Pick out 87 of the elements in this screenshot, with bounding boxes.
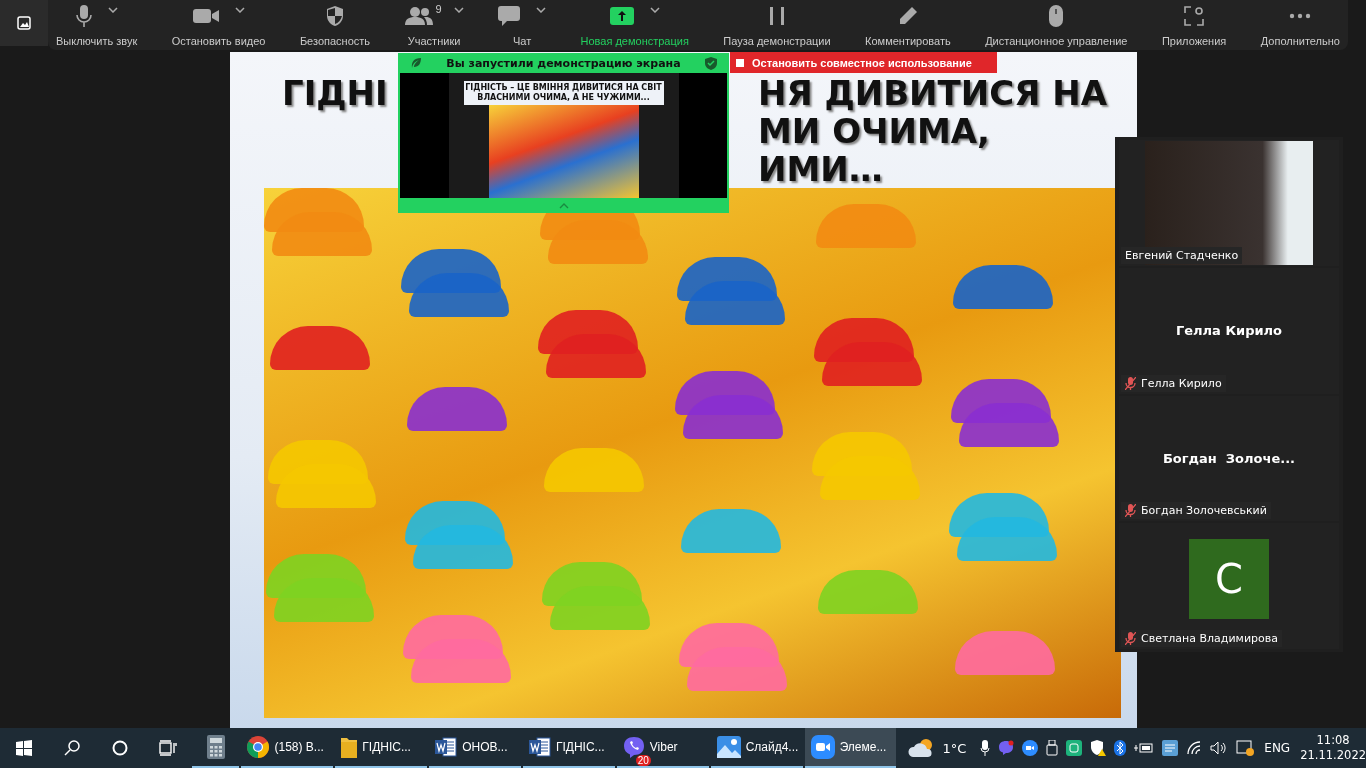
- clock-date: 21.11.2022: [1300, 748, 1366, 763]
- app-tray-icon[interactable]: [1066, 740, 1083, 756]
- participant-name: Евгений Стадченко: [1125, 248, 1239, 262]
- phone-bubble-icon[interactable]: [998, 740, 1015, 756]
- input-language[interactable]: ENG: [1264, 741, 1291, 755]
- shield-warning-icon[interactable]: [1090, 740, 1107, 756]
- toolbar-button[interactable]: 9 Участники: [402, 0, 466, 50]
- windows-logo-icon: [15, 740, 32, 756]
- notification-icon[interactable]: [1236, 740, 1255, 756]
- taskbar-app-button[interactable]: ГІДНІС...: [335, 728, 428, 768]
- share-screen-icon: [609, 7, 634, 25]
- unread-count-badge: 20: [635, 755, 651, 766]
- toolbar-button[interactable]: Выключить звук: [54, 0, 140, 50]
- toolbar-button[interactable]: Дистанционное управление: [983, 0, 1130, 50]
- calculator-icon: [206, 735, 225, 759]
- landscape-picture-icon: [716, 736, 741, 758]
- usb-drive-icon[interactable]: [1046, 740, 1059, 756]
- toolbar-button[interactable]: Безопасность: [297, 0, 373, 50]
- phone-bubble-icon: [622, 736, 645, 758]
- microphone-icon[interactable]: [980, 740, 991, 756]
- document-icon: [435, 737, 458, 757]
- muted-microphone-icon: [1125, 632, 1136, 645]
- taskbar-clock[interactable]: 11:08 21.11.2022: [1300, 733, 1366, 763]
- bluetooth-icon[interactable]: [1114, 740, 1127, 756]
- weather-widget[interactable]: 1°C: [908, 738, 967, 758]
- chat-bubble-icon: [498, 5, 521, 27]
- search-icon: [63, 740, 80, 756]
- participant-name: Богдан Золоче...: [1162, 450, 1296, 466]
- slide-title: МИ ОЧИМА,: [758, 112, 991, 150]
- clock-time: 11:08: [1316, 733, 1350, 748]
- task-view-icon: [158, 740, 177, 756]
- slide-title: ИМИ…: [758, 150, 883, 188]
- toolbar-button[interactable]: Пауза демонстрации: [721, 0, 833, 50]
- gallery-view-button[interactable]: [0, 0, 48, 46]
- mini-slide-title: ГІДНІСТЬ – ЦЕ ВМІННЯ ДИВИТИСЯ НА СВІТ ВЛАСНИМИ ОЧИМА, А НЕ ЧУЖИМИ...: [463, 81, 664, 105]
- folder-icon: [341, 736, 358, 758]
- shield-icon: [324, 5, 345, 27]
- video-app-icon: [810, 735, 835, 759]
- avatar: С: [1189, 539, 1269, 620]
- toolbar-button[interactable]: Новая демонстрация: [578, 0, 691, 50]
- participant-count: 9: [435, 3, 442, 15]
- pencil-icon: [897, 6, 918, 26]
- taskbar-app-button[interactable]: Элеме...: [804, 728, 897, 768]
- taskbar-app-button[interactable]: ОНОВ...: [429, 728, 521, 768]
- circle-icon: [111, 740, 128, 756]
- slide-title: НЯ ДИВИТИСЯ НА: [758, 74, 1107, 112]
- apps-icon: [1184, 6, 1205, 26]
- muted-microphone-icon: [1125, 376, 1136, 390]
- more-icon: [1289, 13, 1312, 19]
- toolbar-button[interactable]: Дополнительно: [1258, 0, 1342, 50]
- participant-name: Гелла Кирило: [1141, 376, 1222, 390]
- leaf-icon: [410, 57, 422, 69]
- share-status-text: Вы запустили демонстрацию экрана: [446, 56, 681, 70]
- taskbar-app-button[interactable]: ГІДНІС...: [522, 728, 615, 768]
- people-icon: [404, 6, 433, 26]
- taskbar-app-button[interactable]: Слайд4...: [710, 728, 803, 768]
- speaker-icon[interactable]: [1210, 741, 1229, 755]
- wifi-icon[interactable]: [1186, 741, 1203, 755]
- toolbar-button[interactable]: Комментировать: [863, 0, 953, 50]
- caret-icon[interactable]: [536, 7, 547, 13]
- video-app-icon[interactable]: [1022, 740, 1039, 756]
- temperature: 1°C: [942, 740, 967, 756]
- caret-icon[interactable]: [234, 7, 245, 13]
- network-app-icon[interactable]: [1162, 740, 1179, 756]
- picture-icon: [16, 15, 32, 31]
- toolbar-button[interactable]: Приложения: [1159, 0, 1229, 50]
- caret-icon[interactable]: [107, 7, 118, 13]
- document-icon: [528, 737, 551, 757]
- mouse-icon: [1049, 5, 1064, 27]
- caret-icon[interactable]: [453, 7, 464, 13]
- caret-icon[interactable]: [649, 7, 660, 13]
- shield-check-icon: [705, 56, 717, 70]
- chrome-icon: [247, 736, 270, 758]
- taskbar-app-button[interactable]: (158) В...: [241, 728, 334, 768]
- taskbar-app-button[interactable]: 20 Viber: [616, 728, 709, 768]
- slide-title: ГІДНІ: [282, 73, 388, 113]
- pause-icon: [768, 7, 785, 25]
- toolbar-button[interactable]: Чат: [496, 0, 549, 50]
- participant-name: Богдан Золочевський: [1141, 504, 1267, 518]
- microphone-icon: [75, 4, 92, 28]
- muted-microphone-icon: [1125, 504, 1136, 518]
- toolbar-button[interactable]: Остановить видео: [169, 0, 268, 50]
- video-camera-icon: [192, 8, 219, 24]
- participant-name: Светлана Владимирова: [1141, 632, 1278, 645]
- battery-plug-icon[interactable]: [1134, 741, 1155, 755]
- stop-sharing-button[interactable]: Остановить совместное использование: [730, 52, 997, 73]
- participant-name: Гелла Кирило: [1175, 323, 1282, 339]
